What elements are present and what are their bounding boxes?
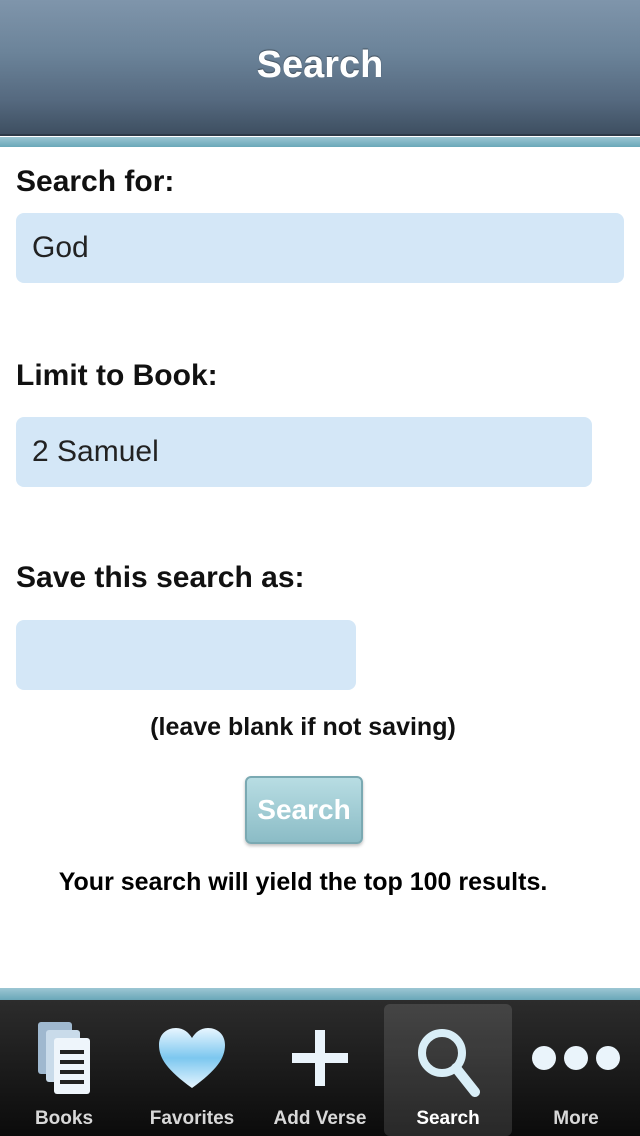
tab-favorites[interactable]: Favorites	[128, 1000, 256, 1136]
save-hint: (leave blank if not saving)	[150, 713, 456, 741]
tab-books-label: Books	[34, 1108, 94, 1129]
tab-bar: Books Favorites Add Verse Search More	[0, 1000, 640, 1136]
navigation-bar: Search	[0, 0, 640, 136]
search-for-input[interactable]	[16, 213, 624, 283]
tab-search-label: Search	[416, 1108, 480, 1129]
tab-books[interactable]: Books	[0, 1000, 128, 1136]
more-icon	[512, 1018, 640, 1098]
results-note: Your search will yield the top 100 resul…	[58, 868, 548, 896]
search-for-label: Search for:	[16, 165, 175, 198]
search-button[interactable]: Search	[245, 776, 363, 844]
tab-search[interactable]: Search	[384, 1004, 512, 1136]
tab-more[interactable]: More	[512, 1000, 640, 1136]
search-form: Search for: Limit to Book: Save this sea…	[0, 147, 640, 988]
tab-add-verse-label: Add Verse	[273, 1108, 367, 1129]
header-accent-strip	[0, 137, 640, 147]
tab-add-verse[interactable]: Add Verse	[256, 1000, 384, 1136]
heart-icon	[128, 1018, 256, 1098]
plus-icon	[256, 1018, 384, 1098]
page-title: Search	[256, 44, 384, 86]
save-search-label: Save this search as:	[16, 561, 305, 594]
tab-favorites-label: Favorites	[149, 1108, 235, 1129]
limit-to-book-label: Limit to Book:	[16, 359, 218, 392]
books-icon	[0, 1018, 128, 1098]
save-search-input[interactable]	[16, 620, 356, 690]
search-icon	[384, 1022, 512, 1102]
limit-to-book-field[interactable]	[16, 417, 592, 487]
tab-more-label: More	[553, 1108, 599, 1129]
footer-accent-strip	[0, 988, 640, 1000]
